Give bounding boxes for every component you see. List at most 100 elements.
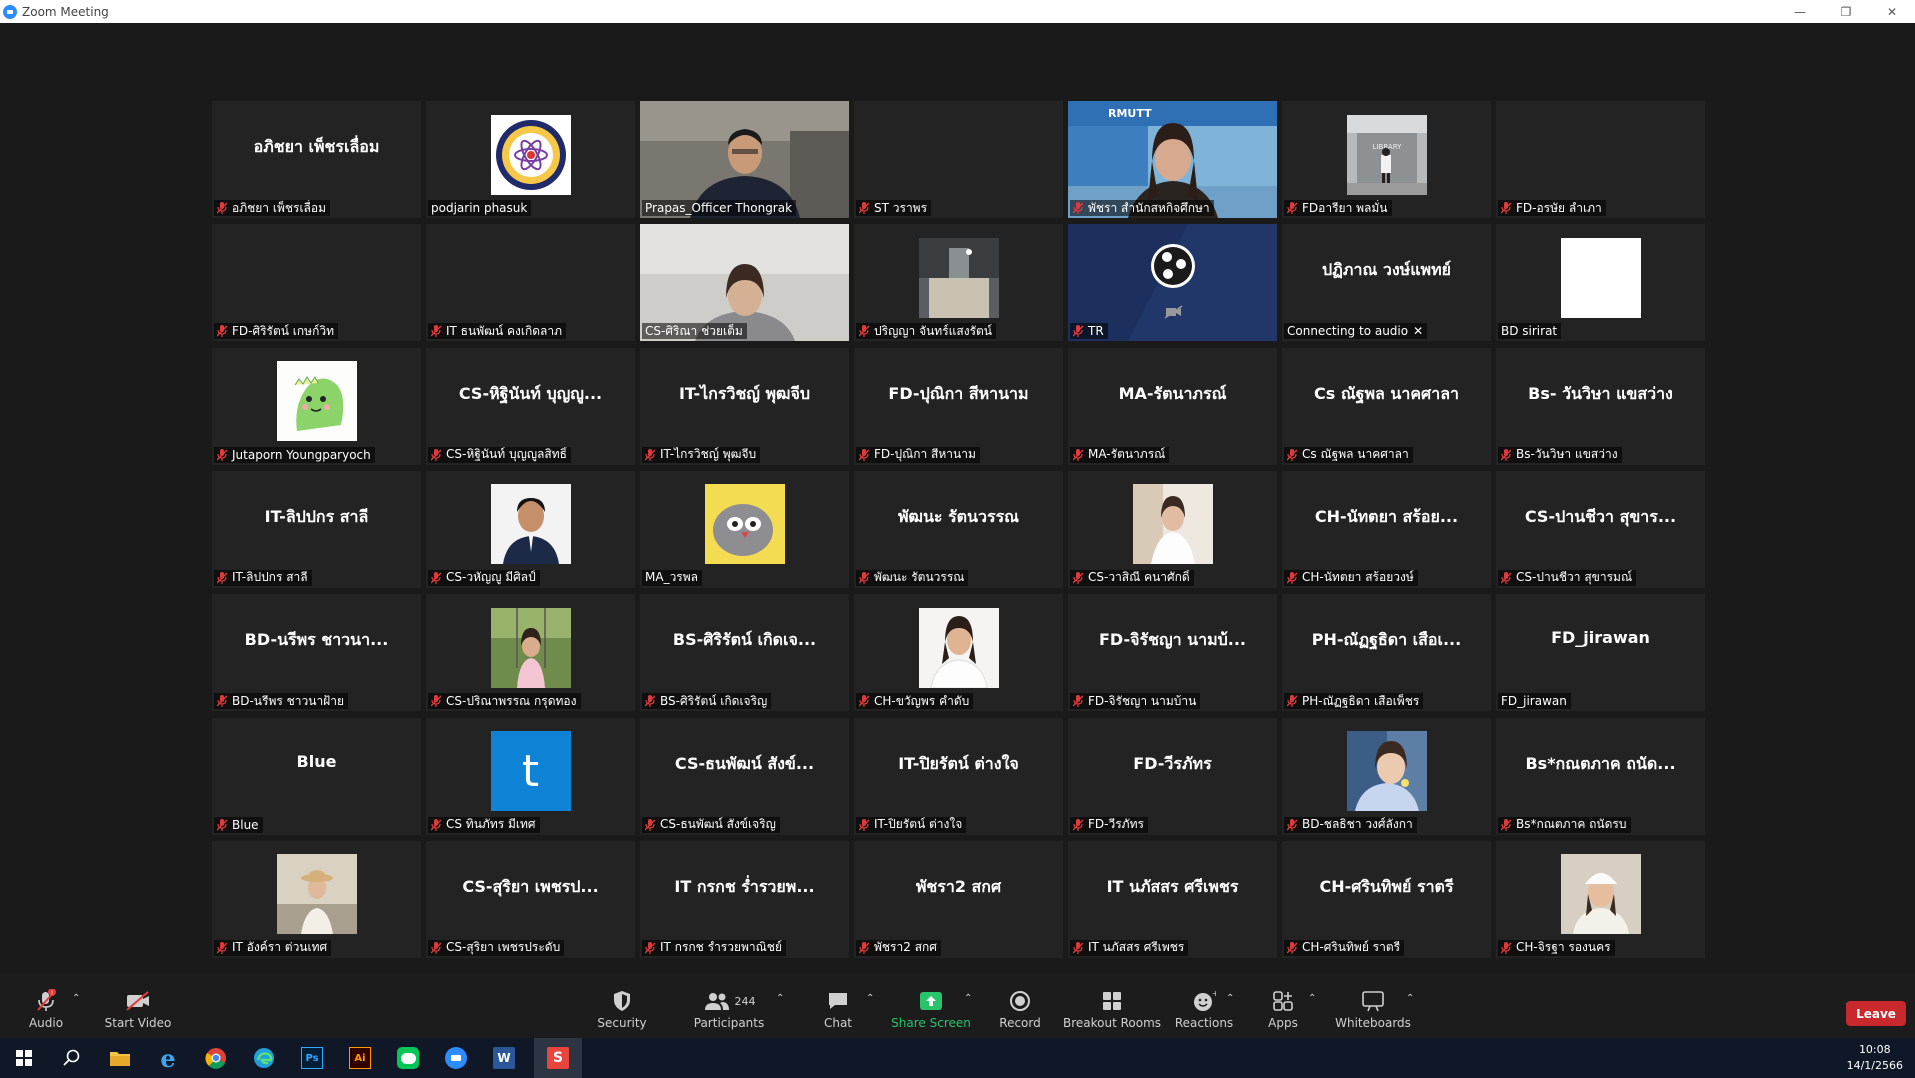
record-button[interactable]: Record (998, 973, 1042, 1038)
participant-tile[interactable]: TR (1068, 224, 1277, 342)
participant-tile[interactable]: FD-วีรภัทร FD-วีรภัทร (1068, 717, 1277, 835)
participant-tile[interactable]: พัชรา2 สกศ พัชรา2 สกศ (854, 840, 1063, 958)
minimize-button[interactable]: — (1777, 0, 1823, 23)
muted-mic-icon (859, 571, 869, 584)
participant-tile[interactable]: ปฏิภาณ วงษ์แพทย์ Connecting to audio ✕ (1282, 224, 1491, 342)
word-icon[interactable]: W (480, 1038, 528, 1078)
reactions-button[interactable]: + Reactions (1175, 973, 1233, 1038)
breakout-rooms-button[interactable]: Breakout Rooms (1063, 973, 1161, 1038)
participant-tile[interactable]: Bs*กณตภาค ถนัด... Bs*กณตภาค ถนัดรบ (1496, 717, 1705, 835)
start-video-button[interactable]: Start Video (104, 973, 172, 1038)
participant-tile[interactable]: IT อังค์รา ต่วนเทศ (212, 840, 421, 958)
line-app-icon[interactable] (384, 1038, 432, 1078)
apps-button[interactable]: Apps (1268, 973, 1298, 1038)
participant-tile[interactable]: ST วราพร (854, 101, 1063, 218)
participant-tile[interactable]: t CS ทินภัทร มีเทศ (426, 717, 635, 835)
participant-tile[interactable]: CH-นัทตยา สร้อย... CH-นัทตยา สร้อยวงษ์ (1282, 470, 1491, 588)
participant-tile[interactable]: Blue Blue (212, 717, 421, 835)
muted-mic-icon (217, 818, 227, 831)
participant-tile[interactable]: FD-ปุณิกา สีหานาม FD-ปุณิกา สีหานาม (854, 347, 1063, 465)
participant-name-label: Jutaporn Youngparyoch (214, 446, 375, 463)
participants-caret-icon[interactable]: ⌃ (776, 993, 784, 1004)
restore-button[interactable]: ❐ (1823, 0, 1869, 23)
participant-tile[interactable]: BD sirirat (1496, 224, 1705, 342)
participant-tile[interactable]: CH-ขวัญพร คำดับ (854, 594, 1063, 712)
participant-name-text: podjarin phasuk (431, 201, 528, 215)
chat-caret-icon[interactable]: ⌃ (866, 993, 874, 1004)
audio-button[interactable]: ! Audio (28, 973, 64, 1038)
participant-tile[interactable]: Prapas_Officer Thongrak (640, 101, 849, 218)
search-icon[interactable] (48, 1038, 96, 1078)
participant-name-label: BD-นรีพร ชาวนาฝ้าย (214, 693, 348, 710)
audio-options-caret-icon[interactable]: ⌃ (72, 993, 80, 1004)
participant-tile[interactable]: IT-ลิปปกร สาลี IT-ลิปปกร สาลี (212, 470, 421, 588)
participant-tile[interactable]: CH-ศรินทิพย์ ราตรี CH-ศรินทิพย์ ราตรี (1282, 840, 1491, 958)
participant-tile[interactable]: MA_วรพล (640, 470, 849, 588)
participant-tile[interactable]: IT-ปิยรัตน์ ต่างใจ IT-ปิยรัตน์ ต่างใจ (854, 717, 1063, 835)
whiteboards-button[interactable]: Whiteboards (1335, 973, 1411, 1038)
share-screen-button[interactable]: Share Screen (891, 973, 971, 1038)
participant-tile[interactable]: IT ธนพัฒน์ คงเกิดลาภ (426, 224, 635, 342)
participant-tile[interactable]: MA-รัตนาภรณ์ MA-รัตนาภรณ์ (1068, 347, 1277, 465)
participant-tile[interactable]: อภิชยา เพ็ชรเลื่อม อภิชยา เพ็ชรเลื่อม (212, 101, 421, 218)
participant-display-name: ปฏิภาณ วงษ์แพทย์ (1322, 260, 1451, 280)
participant-tile[interactable]: CH-จิรฐา รองนคร (1496, 840, 1705, 958)
clock-time: 10:08 (1858, 1043, 1891, 1056)
windows-start-icon[interactable] (0, 1038, 48, 1078)
participant-tile[interactable]: FD_jirawan FD_jirawan (1496, 594, 1705, 712)
muted-mic-icon (1501, 941, 1511, 954)
participant-tile[interactable]: CS-ปริณาพรรณ กรุดทอง (426, 594, 635, 712)
slides-app-icon[interactable]: S (534, 1038, 582, 1078)
participant-tile[interactable]: Cs ณัฐพล นาคศาลา Cs ณัฐพล นาคศาลา (1282, 347, 1491, 465)
participant-tile[interactable]: BD-นรีพร ชาวนา... BD-นรีพร ชาวนาฝ้าย (212, 594, 421, 712)
participant-tile[interactable]: Jutaporn Youngparyoch (212, 347, 421, 465)
chrome-icon[interactable] (192, 1038, 240, 1078)
internet-explorer-icon[interactable]: e (144, 1038, 192, 1078)
smiley-plus-icon: + (1192, 989, 1216, 1013)
video-off-icon (124, 989, 152, 1013)
participant-tile[interactable]: IT-ไกรวิชญ์ พุฒจีบ IT-ไกรวิชญ์ พุฒจีบ (640, 347, 849, 465)
apps-caret-icon[interactable]: ⌃ (1308, 993, 1316, 1004)
participant-tile[interactable]: CS-วาสิณี คนาศักดิ์ (1068, 470, 1277, 588)
participant-tile[interactable]: CS-หิฐินันท์ บุญญู... CS-หิฐินันท์ บุญญูล… (426, 347, 635, 465)
close-window-button[interactable]: ✕ (1869, 0, 1915, 23)
participant-tile[interactable]: Bs- วันวิษา แขสว่าง Bs-วันวิษา แขสว่าง (1496, 347, 1705, 465)
share-screen-caret-icon[interactable]: ⌃ (964, 993, 972, 1004)
photoshop-icon[interactable]: Ps (288, 1038, 336, 1078)
participant-tile[interactable]: FD-ศิริรัตน์ เกษก์วิท (212, 224, 421, 342)
participant-tile[interactable]: PH-ณัฏฐธิดา เสือเ... PH-ณัฏฐธิดา เสือเพ็ช… (1282, 594, 1491, 712)
participant-tile[interactable]: IT กรกช ร่ำรวยพ... IT กรกช ร่ำรวยพาณิชย์ (640, 840, 849, 958)
svg-text:+: + (1212, 990, 1216, 998)
zoom-app-icon[interactable] (432, 1038, 480, 1078)
reactions-caret-icon[interactable]: ⌃ (1226, 993, 1234, 1004)
participant-tile[interactable]: BD-ชลธิชา วงศ์ลังกา (1282, 717, 1491, 835)
chat-button[interactable]: Chat (822, 973, 854, 1038)
participant-display-name: Blue (296, 751, 337, 771)
illustrator-icon[interactable]: Ai (336, 1038, 384, 1078)
whiteboards-caret-icon[interactable]: ⌃ (1406, 993, 1414, 1004)
participant-tile[interactable]: IT นภัสสร ศรีเพชร IT นภัสสร ศรีเพชร (1068, 840, 1277, 958)
participant-tile[interactable]: CS-ศิริณา ช่วยเต็ม (640, 224, 849, 342)
leave-button[interactable]: Leave (1846, 1001, 1906, 1026)
participant-tile[interactable]: FD-จิรัชญา นามบ้... FD-จิรัชญา นามบ้าน (1068, 594, 1277, 712)
participant-name-label: IT-ปิยรัตน์ ต่างใจ (856, 816, 967, 833)
participant-tile[interactable]: podjarin phasuk (426, 101, 635, 218)
participant-tile[interactable]: CS-สุริยา เพชรป... CS-สุริยา เพชรประดับ (426, 840, 635, 958)
taskbar-clock[interactable]: 10:08 14/1/2566 (1847, 1042, 1903, 1074)
close-icon[interactable]: ✕ (1413, 324, 1423, 338)
participant-tile[interactable]: FD-อรษัย ลำเภา (1496, 101, 1705, 218)
security-button[interactable]: Security (596, 973, 648, 1038)
participants-button[interactable]: 244 Participants (694, 973, 764, 1038)
participant-tile[interactable]: BS-ศิริรัตน์ เกิดเจ... BS-ศิริรัตน์ เกิดเ… (640, 594, 849, 712)
participant-tile[interactable]: CS-ปานชีวา สุขาร... CS-ปานชีวา สุขารมณ์ (1496, 470, 1705, 588)
participant-tile[interactable]: CS-ธนพัฒน์ สังข์... CS-ธนพัฒน์ สังข์เจริญ (640, 717, 849, 835)
participants-icon: 244 (703, 989, 756, 1013)
participant-tile[interactable]: พัฒนะ รัตนวรรณ พัฒนะ รัตนวรรณ (854, 470, 1063, 588)
participant-tile[interactable]: RMUTT พัชรา สำนักสหกิจศึกษา (1068, 101, 1277, 218)
edge-icon[interactable] (240, 1038, 288, 1078)
file-explorer-icon[interactable] (96, 1038, 144, 1078)
participant-tile[interactable]: CS-วหัญญู มีศิลป์ (426, 470, 635, 588)
participant-tile[interactable]: ปริญญา จันทร์แสงรัตน์ (854, 224, 1063, 342)
participant-display-name: FD-วีรภัทร (1133, 753, 1212, 773)
participant-tile[interactable]: LIBRARY FDอารียา พลมั่น (1282, 101, 1491, 218)
